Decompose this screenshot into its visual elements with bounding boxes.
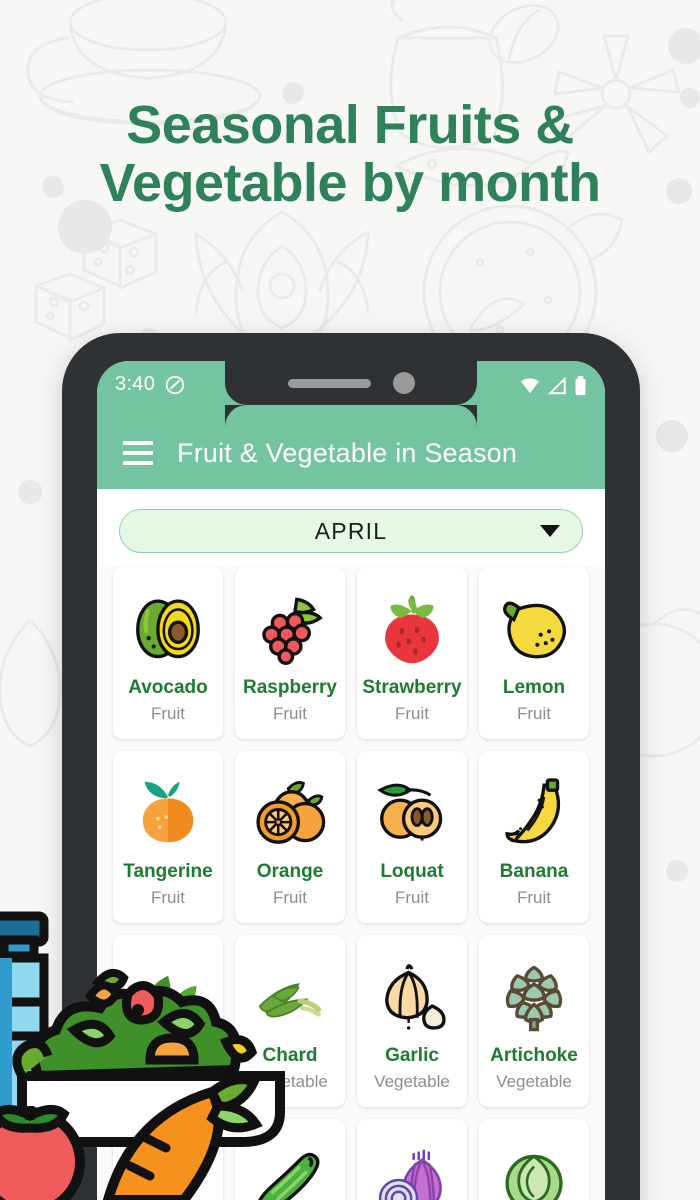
produce-card[interactable]: Orange Fruit — [235, 751, 345, 923]
artichoke-icon — [492, 949, 576, 1043]
produce-name: Loquat — [380, 861, 444, 882]
produce-card[interactable]: Onion Vegetable — [357, 1119, 467, 1200]
cheese-cube-doodle — [34, 272, 106, 342]
do-not-disturb-icon — [165, 375, 185, 394]
banana-icon — [492, 765, 576, 859]
produce-card[interactable]: Tangerine Fruit — [113, 751, 223, 923]
salad-bowl-illustration — [0, 911, 285, 1200]
strawberry-icon — [370, 581, 454, 675]
notch-corner-right — [455, 405, 477, 427]
front-camera-icon — [392, 372, 415, 394]
cabbage-icon — [492, 1133, 576, 1200]
produce-category: Vegetable — [496, 1072, 572, 1091]
decor-dot — [668, 28, 700, 64]
produce-category: Vegetable — [374, 1072, 450, 1091]
avocado-icon — [126, 581, 210, 675]
status-bar-right — [519, 373, 587, 396]
raspberry-icon — [248, 581, 332, 675]
tangerine-icon — [126, 765, 210, 859]
produce-category: Fruit — [273, 704, 307, 723]
month-select[interactable]: APRIL — [119, 509, 583, 553]
page-title-line-1: Seasonal Fruits & — [126, 95, 574, 155]
status-time: 3:40 — [115, 373, 156, 395]
produce-category: Fruit — [517, 888, 551, 907]
month-select-container: APRIL — [97, 489, 605, 567]
cell-signal-icon — [548, 377, 566, 395]
produce-category: Fruit — [517, 704, 551, 723]
lemon-icon — [492, 581, 576, 675]
produce-card[interactable]: Raspberry Fruit — [235, 567, 345, 739]
salad-greens-icon — [12, 968, 258, 1082]
app-bar: Fruit & Vegetable in Season — [97, 417, 605, 489]
decor-dot — [666, 860, 688, 882]
produce-card[interactable]: Banana Fruit — [479, 751, 589, 923]
produce-name: Avocado — [128, 677, 208, 698]
status-bar-left: 3:40 — [115, 373, 186, 396]
decor-dot — [656, 420, 688, 452]
produce-name: Artichoke — [490, 1045, 578, 1066]
produce-card[interactable]: Avocado Fruit — [113, 567, 223, 739]
produce-name: Orange — [256, 861, 324, 882]
produce-name: Strawberry — [362, 677, 462, 698]
speaker-grille-icon — [287, 378, 371, 388]
page-title: Seasonal Fruits & Vegetable by month — [0, 96, 700, 213]
produce-category: Fruit — [151, 704, 185, 723]
red-onion-icon — [370, 1133, 454, 1200]
artichoke-doodle — [0, 618, 62, 748]
produce-name: Banana — [499, 861, 569, 882]
produce-card[interactable]: Cabbage Vegetable — [479, 1119, 589, 1200]
produce-name: Lemon — [502, 677, 566, 698]
produce-category: Fruit — [151, 888, 185, 907]
produce-category: Fruit — [395, 888, 429, 907]
orange-icon — [248, 765, 332, 859]
garlic-icon — [370, 949, 454, 1043]
produce-name: Tangerine — [123, 861, 213, 882]
phone-notch — [225, 361, 477, 405]
produce-card[interactable]: Artichoke Vegetable — [479, 935, 589, 1107]
hamburger-menu-icon[interactable] — [123, 441, 153, 465]
produce-name: Raspberry — [243, 677, 337, 698]
month-select-value: APRIL — [314, 517, 388, 544]
produce-card[interactable]: Lemon Fruit — [479, 567, 589, 739]
page-title-line-2: Vegetable by month — [99, 153, 601, 214]
wifi-icon — [521, 378, 539, 394]
produce-card[interactable]: Garlic Vegetable — [357, 935, 467, 1107]
chevron-down-icon — [540, 525, 560, 537]
produce-card[interactable]: Loquat Fruit — [357, 751, 467, 923]
produce-category: Fruit — [395, 704, 429, 723]
app-bar-title: Fruit & Vegetable in Season — [177, 437, 518, 468]
loquat-icon — [370, 765, 454, 859]
produce-card[interactable]: Strawberry Fruit — [357, 567, 467, 739]
battery-icon — [575, 376, 586, 396]
decor-dot — [18, 480, 42, 504]
notch-corner-left — [225, 405, 247, 427]
produce-name: Garlic — [385, 1045, 439, 1066]
produce-category: Fruit — [273, 888, 307, 907]
